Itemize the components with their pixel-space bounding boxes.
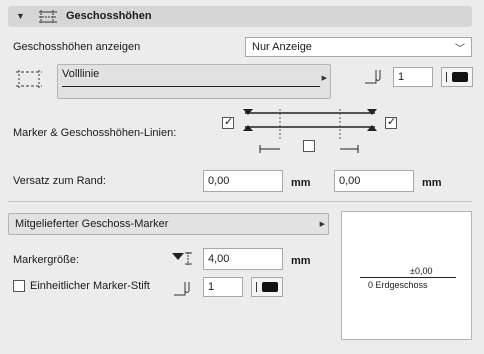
offset-left-input[interactable]: 0,00 (203, 170, 283, 192)
preview-level-line (360, 277, 456, 278)
marker-size-value: 4,00 (208, 253, 230, 265)
line-pen-color-button[interactable] (441, 67, 473, 87)
chevron-down-icon: ﹀ (455, 44, 465, 55)
offset-right-input[interactable]: 0,00 (334, 170, 414, 192)
offset-label: Versatz zum Rand: (13, 175, 106, 187)
marker-lines-label: Marker & Geschosshöhen-Linien: (13, 127, 177, 139)
line-type-button[interactable]: Volllinie ▶ (57, 64, 331, 99)
offset-right-value: 0,00 (339, 175, 361, 187)
show-levels-label: Geschosshöhen anzeigen (13, 41, 141, 53)
line-type-value: Volllinie (62, 68, 100, 80)
line-pen-value: 1 (398, 71, 405, 83)
level-line-icon (16, 70, 42, 88)
pen-color-swatch (452, 72, 468, 82)
offset-left-value: 0,00 (208, 175, 230, 187)
preview-level-value: ±0,00 (410, 266, 433, 276)
uniform-pen-checkbox[interactable] (13, 280, 25, 292)
chevron-right-icon: ▶ (321, 75, 327, 82)
uniform-pen-label: Einheitlicher Marker-Stift (30, 280, 150, 292)
marker-size-unit: mm (291, 255, 311, 267)
check-icon: ✓ (224, 116, 234, 128)
check-icon: ✓ (387, 116, 397, 128)
chevron-right-icon: ▶ (319, 221, 325, 228)
center-line-checkbox[interactable] (303, 140, 315, 152)
preview-level-name: 0 Erdgeschoss (368, 280, 428, 290)
marker-size-input[interactable]: 4,00 (203, 248, 283, 270)
section-title: Geschosshöhen (66, 10, 152, 22)
uniform-pen-color-button[interactable] (251, 277, 283, 297)
marker-type-value: Mitgelieferter Geschoss-Marker (15, 218, 169, 230)
right-marker-checkbox[interactable]: ✓ (385, 116, 397, 129)
marker-size-icon (172, 252, 192, 265)
line-preview (62, 86, 320, 87)
line-pen-input[interactable]: 1 (393, 67, 433, 87)
color-bar-icon (256, 282, 257, 292)
offset-left-unit: mm (291, 177, 311, 189)
show-levels-value: Nur Anzeige (252, 41, 312, 53)
offset-right-unit: mm (422, 177, 442, 189)
marker-size-label: Markergröße: (13, 254, 80, 266)
marker-preview: ±0,00 0 Erdgeschoss (341, 211, 472, 340)
pen-color-swatch (262, 282, 278, 292)
pen-icon (174, 282, 190, 296)
uniform-pen-value: 1 (208, 281, 215, 293)
show-levels-select[interactable]: Nur Anzeige ﹀ (245, 37, 472, 57)
collapse-triangle-icon[interactable]: ▼ (16, 11, 25, 21)
level-heights-icon (39, 10, 57, 23)
color-bar-icon (446, 72, 447, 82)
section-header[interactable]: ▼ Geschosshöhen (8, 6, 472, 27)
left-marker-checkbox[interactable]: ✓ (222, 116, 234, 129)
uniform-pen-input[interactable]: 1 (203, 277, 243, 297)
pen-icon (365, 70, 381, 84)
marker-diagram-icon (243, 109, 377, 153)
marker-type-button[interactable]: Mitgelieferter Geschoss-Marker ▶ (8, 213, 329, 235)
divider (8, 201, 472, 202)
